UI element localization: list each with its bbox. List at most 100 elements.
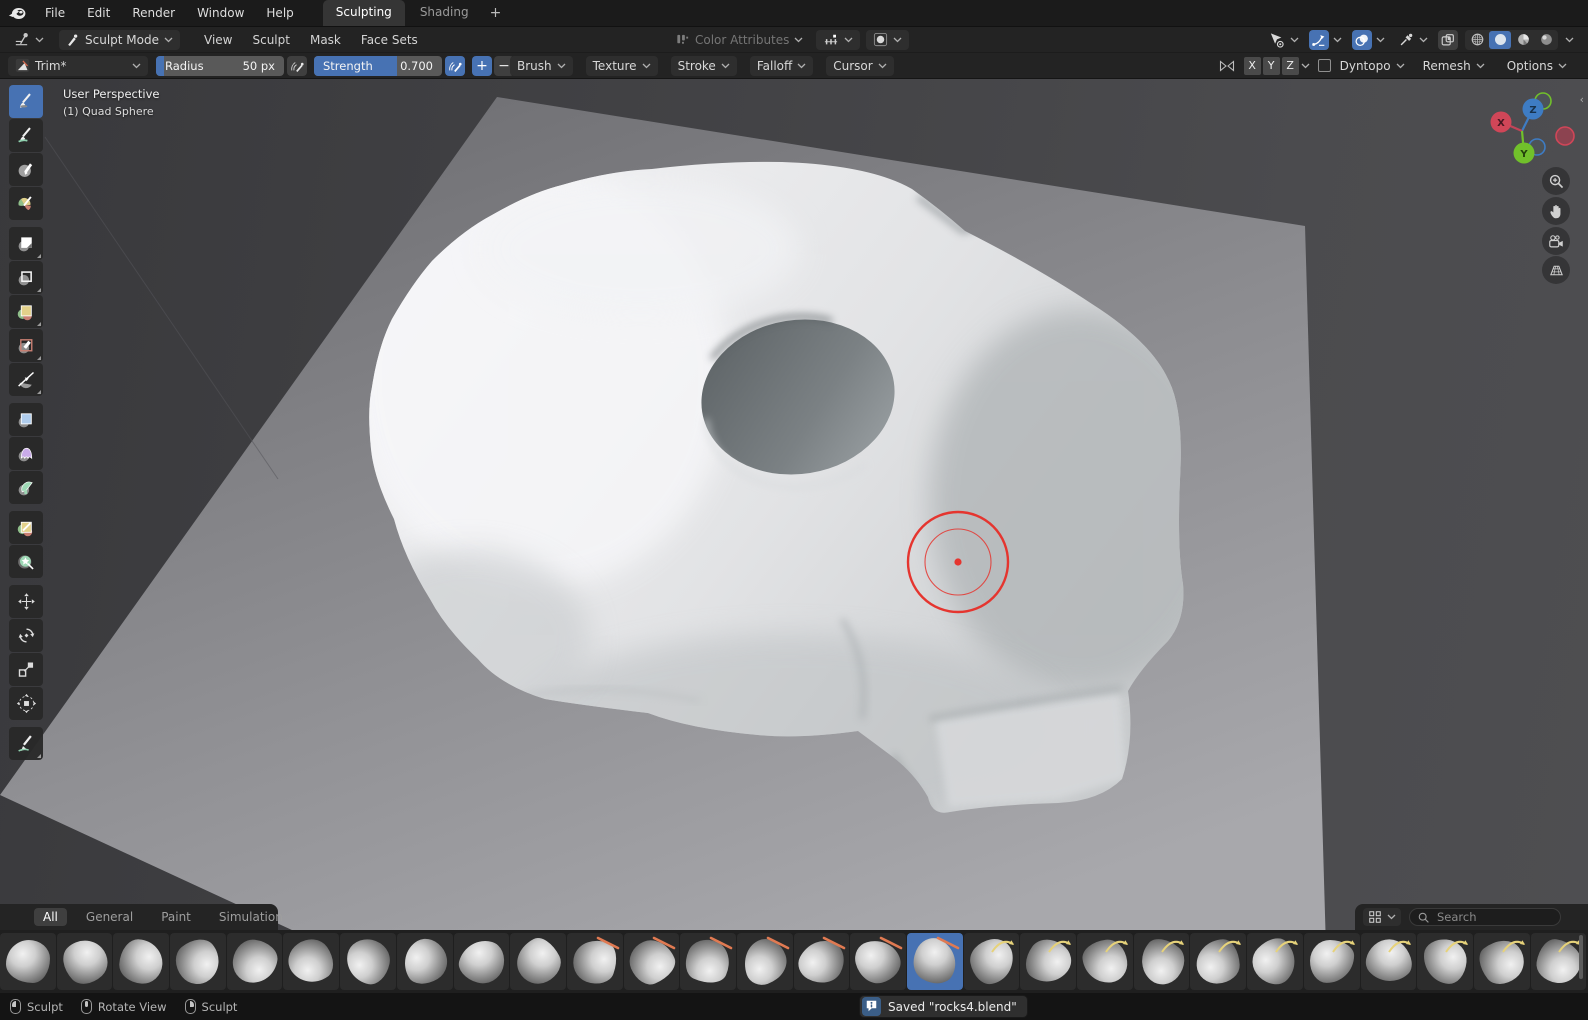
shelf-tab-simulation[interactable]: Simulation [210, 908, 292, 926]
pan-button[interactable] [1542, 197, 1570, 225]
brush-asset-22[interactable] [1247, 933, 1303, 990]
dyntopo-dropdown[interactable]: Dyntopo [1337, 56, 1408, 76]
tool-cloth-filter-button[interactable] [9, 437, 43, 470]
tool-edit-face-set-button[interactable] [9, 511, 43, 544]
panel-stroke[interactable]: Stroke [670, 55, 737, 76]
tool-color-filter-button[interactable] [9, 471, 43, 504]
tool-box-hide-button[interactable] [9, 261, 43, 294]
shelf-search-box[interactable] [1409, 908, 1561, 926]
tool-box-trim-button[interactable] [9, 329, 43, 362]
brush-asset-10[interactable] [566, 933, 623, 990]
brush-asset-25[interactable] [1417, 933, 1473, 990]
menu-face-sets[interactable]: Face Sets [351, 33, 428, 47]
gizmo-neg-x-ball[interactable] [1555, 126, 1575, 146]
brush-asset-23[interactable] [1303, 933, 1360, 990]
symmetry-y-toggle[interactable]: Y [1262, 56, 1280, 75]
brush-asset-15[interactable] [850, 933, 906, 990]
toggle-grid-button[interactable] [1542, 256, 1570, 284]
brush-asset-11[interactable] [623, 933, 680, 990]
brush-asset-9[interactable] [510, 933, 566, 990]
zoom-button[interactable] [1542, 167, 1570, 195]
editor-type-dropdown[interactable] [6, 30, 51, 50]
attribute-sliders-dropdown[interactable] [816, 29, 861, 50]
tool-brush-button[interactable] [9, 85, 43, 118]
shading-rendered-button[interactable] [1535, 31, 1557, 49]
tool-box-face-set-button[interactable] [9, 295, 43, 328]
menu-file[interactable]: File [34, 0, 76, 26]
brush-asset-6[interactable] [340, 933, 396, 990]
brush-asset-4[interactable] [226, 933, 283, 990]
brush-asset-24[interactable] [1360, 933, 1417, 990]
menu-window[interactable]: Window [186, 0, 255, 26]
workspace-tab-shading[interactable]: Shading [407, 0, 482, 26]
workspace-tab-sculpting[interactable]: Sculpting [322, 0, 405, 26]
tool-scale-button[interactable] [9, 653, 43, 686]
overlays-toggle[interactable] [1352, 29, 1372, 50]
strength-slider[interactable]: Strength 0.700 [314, 55, 442, 76]
radius-pressure-toggle[interactable] [287, 55, 307, 76]
tool-box-mask-button[interactable] [9, 227, 43, 260]
tool-transform-button[interactable] [9, 687, 43, 720]
shelf-tab-general[interactable]: General [77, 908, 142, 926]
menu-sculpt[interactable]: Sculpt [242, 33, 299, 47]
brush-asset-16[interactable] [907, 933, 963, 990]
shelf-tab-paint[interactable]: Paint [152, 908, 200, 926]
mode-dropdown[interactable]: Sculpt Mode [59, 29, 180, 50]
menu-view[interactable]: View [194, 33, 242, 47]
tool-clay-strips-button[interactable] [9, 187, 43, 220]
brush-asset-1[interactable] [56, 933, 113, 990]
brush-asset-18[interactable] [1020, 933, 1077, 990]
brush-asset-20[interactable] [1133, 933, 1190, 990]
tool-draw-sharp-button[interactable] [9, 119, 43, 152]
color-attributes-dropdown[interactable]: Color Attributes [668, 30, 810, 50]
region-collapse-arrow[interactable]: ‹ [1580, 93, 1584, 106]
camera-view-button[interactable] [1542, 227, 1570, 255]
add-workspace-button[interactable]: + [482, 5, 510, 21]
menu-mask[interactable]: Mask [300, 33, 351, 47]
panel-falloff[interactable]: Falloff [749, 55, 814, 76]
menu-help[interactable]: Help [255, 0, 304, 26]
shading-material-button[interactable] [1512, 31, 1534, 49]
brush-asset-7[interactable] [396, 933, 453, 990]
radius-slider[interactable]: Radius 50 px [156, 55, 284, 76]
brush-add-toggle[interactable]: + [472, 55, 492, 76]
fade-geometry-dropdown[interactable] [1395, 30, 1431, 50]
brush-asset-0[interactable] [0, 933, 56, 990]
shelf-scrollbar[interactable] [1579, 935, 1583, 979]
navigation-gizmo[interactable]: Z X Y [1490, 92, 1575, 164]
shading-wireframe-button[interactable] [1466, 31, 1488, 49]
visibility-dropdown[interactable] [1265, 30, 1302, 50]
dyntopo-checkbox[interactable] [1317, 59, 1331, 72]
panel-brush[interactable]: Brush [510, 55, 573, 76]
tool-line-project-button[interactable] [9, 363, 43, 396]
shading-solid-button[interactable] [1489, 30, 1511, 49]
brush-asset-8[interactable] [453, 933, 510, 990]
brush-asset-27[interactable] [1530, 933, 1587, 990]
strength-pressure-toggle[interactable] [445, 55, 465, 76]
brush-asset-12[interactable] [680, 933, 736, 990]
shelf-tab-all[interactable]: All [34, 908, 67, 926]
shading-dropdown-caret[interactable] [1565, 37, 1574, 43]
search-input[interactable] [1435, 909, 1545, 925]
xray-toggle[interactable] [1438, 29, 1458, 50]
options-dropdown[interactable]: Options [1500, 56, 1574, 76]
tool-move-button[interactable] [9, 585, 43, 618]
gizmos-toggle[interactable] [1309, 29, 1329, 50]
brush-asset-2[interactable] [113, 933, 170, 990]
menu-render[interactable]: Render [121, 0, 186, 26]
active-brush-dropdown[interactable]: Trim* [8, 55, 148, 76]
brush-asset-19[interactable] [1077, 933, 1133, 990]
menu-edit[interactable]: Edit [76, 0, 121, 26]
symmetry-z-toggle[interactable]: Z [1281, 56, 1299, 75]
brush-asset-14[interactable] [793, 933, 850, 990]
tool-clay-button[interactable] [9, 153, 43, 186]
remesh-dropdown[interactable]: Remesh [1416, 56, 1492, 76]
brush-asset-13[interactable] [736, 933, 793, 990]
gizmos-dropdown[interactable] [1330, 30, 1345, 50]
brush-asset-26[interactable] [1473, 933, 1530, 990]
tool-mask-by-color-button[interactable] [9, 545, 43, 578]
panel-texture[interactable]: Texture [585, 55, 658, 76]
brush-tip-dropdown[interactable] [866, 29, 910, 50]
viewport-3d[interactable]: Z X Y User Perspective (1) Quad Sphere ‹ [0, 79, 1588, 993]
symmetry-dropdown-caret[interactable] [1301, 63, 1310, 69]
